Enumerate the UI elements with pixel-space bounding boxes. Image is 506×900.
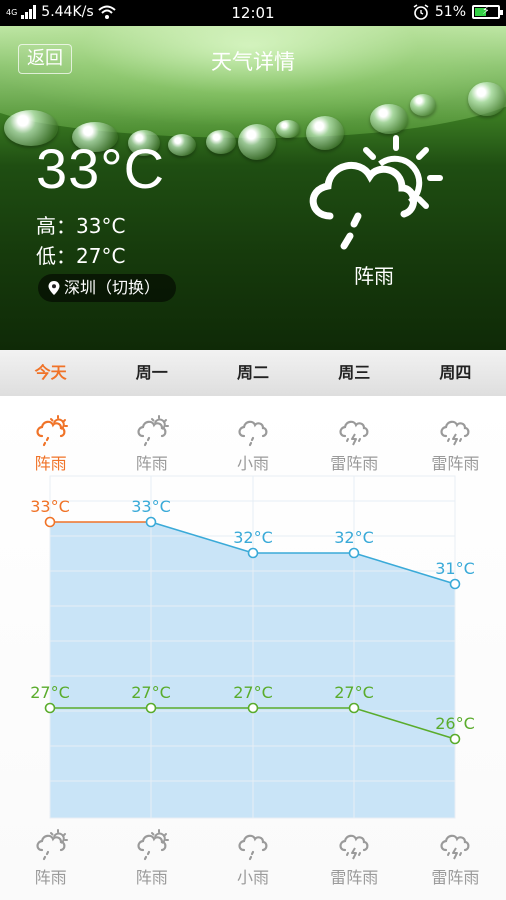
battery-icon: ⚡	[472, 4, 503, 19]
tab-wednesday[interactable]: 周三	[304, 350, 405, 396]
forecast-condition: 阵雨	[135, 868, 168, 887]
tab-thursday[interactable]: 周四	[405, 350, 506, 396]
low-label: 27°C	[334, 683, 374, 702]
partly-cloudy-rain-icon	[309, 135, 443, 250]
battery-percent: 51%	[434, 4, 466, 20]
high-point	[44, 516, 56, 528]
forecast-item: 小雨	[202, 828, 303, 888]
forecast-item: 阵雨	[101, 828, 202, 888]
high-label: 31°C	[435, 559, 475, 578]
day-tabs: 今天 周一 周二 周三 周四	[0, 350, 506, 396]
alarm-icon	[413, 4, 429, 20]
high-label: 32°C	[233, 528, 273, 547]
tab-today[interactable]: 今天	[0, 350, 101, 396]
current-condition: 阵雨	[354, 264, 394, 288]
current-temperature: 33°C	[36, 137, 166, 200]
forecast-condition: 雷阵雨	[330, 868, 379, 887]
high-point	[348, 547, 360, 559]
high-label: 33°C	[131, 497, 171, 516]
high-label: 32°C	[334, 528, 374, 547]
forecast-item: 阵雨	[0, 828, 101, 888]
low-temperature: 低：27°C	[36, 244, 126, 268]
high-label: 33°C	[30, 497, 70, 516]
location-switch[interactable]: 深圳（切换）	[38, 274, 177, 302]
status-bar: 4G 5.44K/s 12:01 51% ⚡	[0, 0, 506, 26]
forecast-panel: 阵雨 阵雨 小雨 雷阵雨 雷阵雨 33°C 33°C 32°C 32°C 31°C 27°…	[0, 396, 506, 900]
low-point	[247, 702, 259, 714]
charging-icon: ⚡	[482, 4, 490, 17]
sun-cloud-rain-icon	[0, 828, 101, 862]
forecast-bottom-row: 阵雨 阵雨 小雨 雷阵雨 雷阵雨	[0, 828, 506, 888]
high-point	[247, 547, 259, 559]
cloud-thunder-rain-icon	[304, 828, 405, 862]
low-point	[44, 702, 56, 714]
high-point	[449, 578, 461, 590]
tab-tuesday[interactable]: 周二	[202, 350, 303, 396]
low-point	[449, 733, 461, 745]
cloud-rain-icon	[202, 828, 303, 862]
forecast-condition: 阵雨	[34, 868, 67, 887]
leaf-background	[0, 26, 506, 138]
low-label: 27°C	[131, 683, 171, 702]
location-pin-icon	[48, 281, 60, 295]
forecast-condition: 小雨	[237, 868, 270, 887]
cloud-thunder-rain-icon	[405, 828, 506, 862]
tab-monday[interactable]: 周一	[101, 350, 202, 396]
weather-hero: 返回 天气详情 33°C 高：33°C 低：27°C 深圳（切换） 阵雨	[0, 26, 506, 350]
high-temperature: 高：33°C	[36, 214, 126, 238]
low-label: 27°C	[233, 683, 273, 702]
location-label: 深圳（切换）	[64, 278, 161, 297]
page-title: 天气详情	[211, 50, 295, 74]
sun-cloud-rain-icon	[101, 828, 202, 862]
low-point	[348, 702, 360, 714]
high-point	[145, 516, 157, 528]
forecast-item: 雷阵雨	[304, 828, 405, 888]
forecast-condition: 雷阵雨	[431, 868, 480, 887]
low-label: 27°C	[30, 683, 70, 702]
low-label: 26°C	[435, 714, 475, 733]
forecast-item: 雷阵雨	[405, 828, 506, 888]
status-right: 51% ⚡	[413, 4, 503, 20]
low-point	[145, 702, 157, 714]
temperature-chart: 33°C 33°C 32°C 32°C 31°C 27°C 27°C 27°C 27°C 26°C	[30, 475, 475, 819]
